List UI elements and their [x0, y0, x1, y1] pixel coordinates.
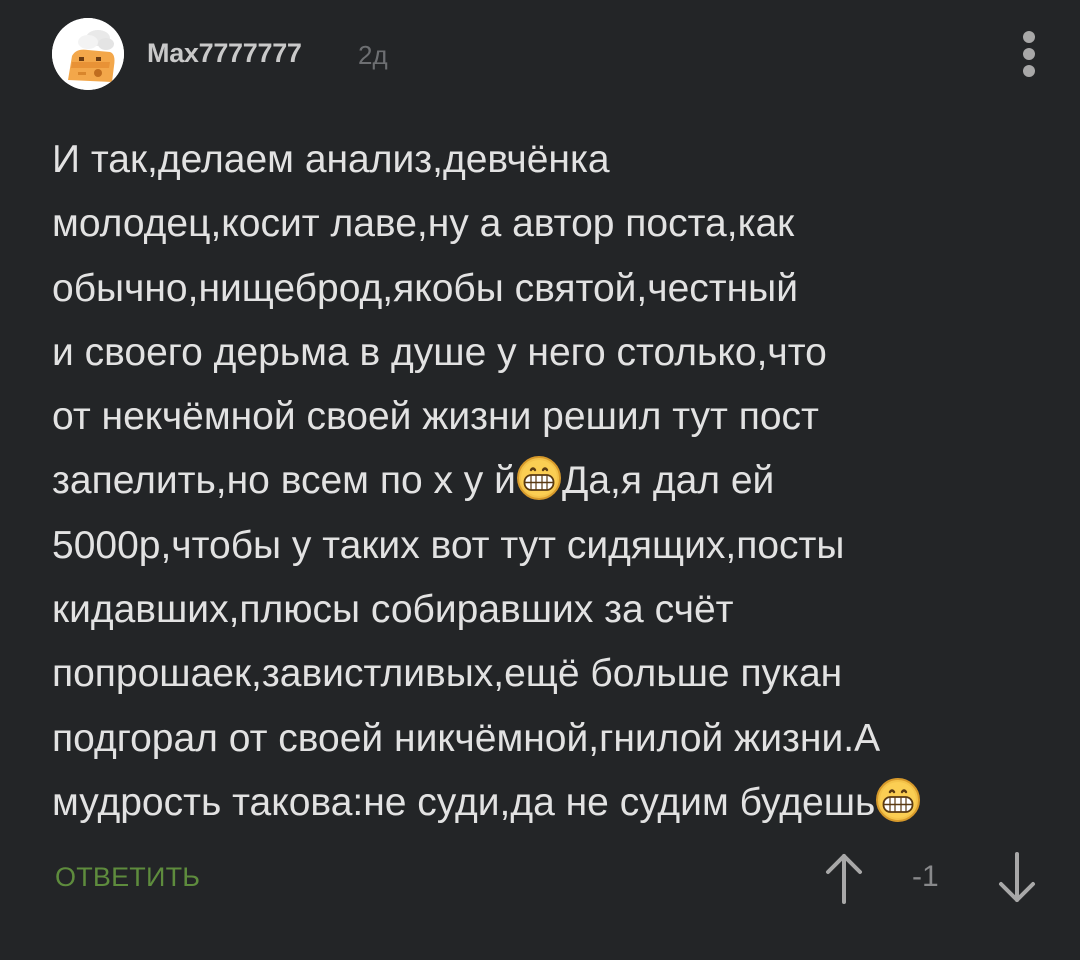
avatar-image — [52, 18, 124, 90]
comment-line: мудрость такова:не суди,да не судим буде… — [52, 771, 1012, 835]
comment-line: 5000р,чтобы у таких вот тут сидящих,пост… — [52, 523, 845, 567]
comment-line: запелить,но всем по х у й Да,я дал ей — [52, 449, 1012, 513]
avatar[interactable] — [52, 18, 124, 90]
comment-line: кидавших,плюсы собиравших за счёт — [52, 588, 734, 632]
grinning-face-emoji-icon — [516, 455, 562, 501]
comment-line-part: запелить,но всем по х у й — [52, 459, 516, 503]
comment-line: попрошаек,завистливых,ещё больше пукан — [52, 652, 843, 696]
comment-text: И так,делаем анализ,девчёнка молодец,кос… — [52, 128, 1012, 835]
comment-line: и своего дерьма в душе у него столько,чт… — [52, 330, 827, 374]
arrow-down-icon[interactable] — [997, 848, 1037, 908]
comment-header: Max7777777 2д — [52, 18, 1042, 90]
comment-line-part: мудрость такова:не суди,да не судим буде… — [52, 780, 876, 824]
comment-time: 2д — [358, 40, 388, 70]
grinning-face-emoji-icon — [875, 777, 921, 823]
comment-author[interactable]: Max7777777 — [147, 38, 302, 69]
reply-button[interactable]: ОТВЕТИТЬ — [55, 862, 200, 893]
comment-line: И так,делаем анализ,девчёнка — [52, 138, 610, 181]
comment-line: молодец,косит лаве,ну а автор поста,как — [52, 202, 795, 246]
comment-line-part: Да,я дал ей — [561, 459, 775, 503]
comment-line: обычно,нищеброд,якобы святой,честный — [52, 266, 798, 310]
comment-line: подгорал от своей никчёмной,гнилой жизни… — [52, 716, 881, 760]
arrow-up-icon[interactable] — [824, 848, 864, 908]
more-options-icon[interactable] — [1016, 31, 1042, 77]
comment-rating: -1 — [912, 860, 939, 893]
comment-line: от некчёмной своей жизни решил тут пост — [52, 395, 819, 439]
comment-card: Max7777777 2д И так,делаем анализ,девчён… — [0, 0, 1080, 960]
comment-footer: ОТВЕТИТЬ -1 — [0, 840, 1080, 920]
